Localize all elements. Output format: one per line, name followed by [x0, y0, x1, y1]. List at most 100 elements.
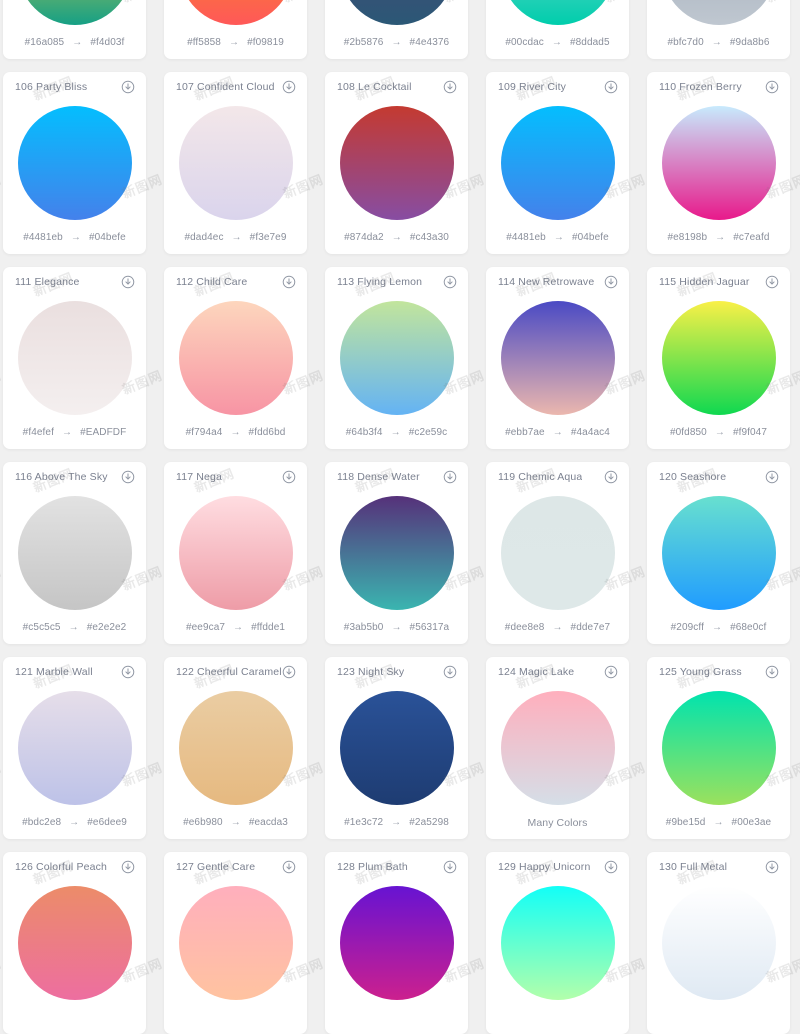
download-circle-icon[interactable] — [765, 860, 779, 874]
gradient-swatch[interactable] — [500, 886, 615, 1000]
palette-card[interactable]: #2b5876 → #4e4376 — [325, 0, 468, 59]
download-circle-icon[interactable] — [443, 860, 457, 874]
palette-card[interactable]: 116 Above The Sky #c5c5c5 → #e2e2e2 — [3, 462, 146, 644]
download-circle-icon[interactable] — [121, 470, 135, 484]
palette-card[interactable]: 126 Colorful Peach — [3, 852, 146, 1034]
swatch-area — [647, 882, 790, 1004]
download-circle-icon[interactable] — [282, 470, 296, 484]
gradient-swatch[interactable] — [178, 691, 293, 805]
gradient-swatch[interactable] — [339, 301, 454, 415]
download-circle-icon[interactable] — [443, 470, 457, 484]
swatch-area — [325, 492, 468, 614]
palette-card[interactable]: #bfc7d0 → #9da8b6 — [647, 0, 790, 59]
gradient-swatch[interactable] — [339, 106, 454, 220]
palette-title: 109 River City — [498, 81, 567, 93]
download-circle-icon[interactable] — [443, 80, 457, 94]
palette-card[interactable]: 118 Dense Water #3ab5b0 → #56317a — [325, 462, 468, 644]
gradient-swatch[interactable] — [178, 301, 293, 415]
gradient-swatch[interactable] — [661, 691, 776, 805]
gradient-swatch[interactable] — [500, 496, 615, 610]
download-circle-icon[interactable] — [282, 80, 296, 94]
gradient-swatch[interactable] — [178, 886, 293, 1000]
gradient-swatch[interactable] — [178, 496, 293, 610]
card-footer: #2b5876 → #4e4376 — [325, 29, 468, 59]
palette-title: 128 Plum Bath — [337, 861, 408, 873]
palette-card[interactable]: 108 Le Cocktail #874da2 → #c43a30 — [325, 72, 468, 254]
gradient-swatch[interactable] — [178, 0, 293, 25]
palette-card[interactable]: 124 Magic Lake Many Colors — [486, 657, 629, 839]
gradient-swatch[interactable] — [17, 0, 132, 25]
download-circle-icon[interactable] — [604, 470, 618, 484]
gradient-swatch[interactable] — [500, 691, 615, 805]
palette-title: 114 New Retrowave — [498, 276, 595, 288]
download-circle-icon[interactable] — [604, 275, 618, 289]
card-header: 124 Magic Lake — [486, 657, 629, 687]
palette-card[interactable]: #16a085 → #f4d03f — [3, 0, 146, 59]
download-circle-icon[interactable] — [282, 665, 296, 679]
palette-card[interactable]: 120 Seashore #209cff → #68e0cf — [647, 462, 790, 644]
palette-card[interactable]: 123 Night Sky #1e3c72 → #2a5298 — [325, 657, 468, 839]
swatch-area — [486, 102, 629, 224]
palette-card[interactable]: 111 Elegance #f4efef → #EADFDF — [3, 267, 146, 449]
palette-card[interactable]: 115 Hidden Jaguar #0fd850 → #f9f047 — [647, 267, 790, 449]
gradient-swatch[interactable] — [178, 106, 293, 220]
palette-title: 127 Gentle Care — [176, 861, 256, 873]
card-footer: #4481eb → #04befe — [486, 224, 629, 254]
gradient-swatch[interactable] — [339, 691, 454, 805]
gradient-swatch[interactable] — [17, 106, 132, 220]
palette-card[interactable]: 121 Marble Wall #bdc2e8 → #e6dee9 — [3, 657, 146, 839]
palette-card[interactable]: 129 Happy Unicorn — [486, 852, 629, 1034]
download-circle-icon[interactable] — [443, 275, 457, 289]
gradient-swatch[interactable] — [17, 301, 132, 415]
palette-card[interactable]: 130 Full Metal — [647, 852, 790, 1034]
palette-card[interactable]: 106 Party Bliss #4481eb → #04befe — [3, 72, 146, 254]
download-circle-icon[interactable] — [765, 665, 779, 679]
card-header: 111 Elegance — [3, 267, 146, 297]
download-circle-icon[interactable] — [121, 275, 135, 289]
gradient-swatch[interactable] — [661, 106, 776, 220]
palette-card[interactable]: 117 Nega #ee9ca7 → #ffdde1 — [164, 462, 307, 644]
palette-card[interactable]: 109 River City #4481eb → #04befe — [486, 72, 629, 254]
download-circle-icon[interactable] — [604, 860, 618, 874]
palette-card[interactable]: 110 Frozen Berry #e8198b → #c7eafd — [647, 72, 790, 254]
gradient-swatch[interactable] — [17, 496, 132, 610]
download-circle-icon[interactable] — [765, 275, 779, 289]
palette-card[interactable]: 114 New Retrowave #ebb7ae → #4a4ac4 — [486, 267, 629, 449]
download-circle-icon[interactable] — [121, 665, 135, 679]
download-circle-icon[interactable] — [121, 80, 135, 94]
gradient-swatch[interactable] — [17, 886, 132, 1000]
palette-card[interactable]: 127 Gentle Care — [164, 852, 307, 1034]
download-circle-icon[interactable] — [604, 665, 618, 679]
gradient-swatch[interactable] — [661, 496, 776, 610]
gradient-swatch[interactable] — [500, 106, 615, 220]
hex-from: #e6b980 — [183, 817, 223, 828]
gradient-swatch[interactable] — [339, 496, 454, 610]
gradient-swatch[interactable] — [339, 886, 454, 1000]
download-circle-icon[interactable] — [765, 80, 779, 94]
palette-card[interactable]: #ff5858 → #f09819 — [164, 0, 307, 59]
download-circle-icon[interactable] — [604, 80, 618, 94]
gradient-swatch[interactable] — [500, 0, 615, 25]
download-circle-icon[interactable] — [765, 470, 779, 484]
download-circle-icon[interactable] — [282, 860, 296, 874]
gradient-swatch[interactable] — [339, 0, 454, 25]
palette-card[interactable]: 122 Cheerful Caramel #e6b980 → #eacda3 — [164, 657, 307, 839]
palette-card[interactable]: #00cdac → #8ddad5 — [486, 0, 629, 59]
gradient-swatch[interactable] — [661, 0, 776, 25]
palette-card[interactable]: 112 Child Care #f794a4 → #fdd6bd — [164, 267, 307, 449]
palette-card[interactable]: 113 Flying Lemon #64b3f4 → #c2e59c — [325, 267, 468, 449]
arrow-right-icon: → — [391, 816, 402, 828]
card-footer: #e8198b → #c7eafd — [647, 224, 790, 254]
gradient-swatch[interactable] — [17, 691, 132, 805]
download-circle-icon[interactable] — [443, 665, 457, 679]
palette-card[interactable]: 119 Chemic Aqua #dee8e8 → #dde7e7 — [486, 462, 629, 644]
palette-card[interactable]: 128 Plum Bath — [325, 852, 468, 1034]
hex-from: #ebb7ae — [505, 427, 545, 438]
download-circle-icon[interactable] — [282, 275, 296, 289]
palette-card[interactable]: 125 Young Grass #9be15d → #00e3ae — [647, 657, 790, 839]
gradient-swatch[interactable] — [500, 301, 615, 415]
download-circle-icon[interactable] — [121, 860, 135, 874]
gradient-swatch[interactable] — [661, 886, 776, 1000]
palette-card[interactable]: 107 Confident Cloud #dad4ec → #f3e7e9 — [164, 72, 307, 254]
gradient-swatch[interactable] — [661, 301, 776, 415]
